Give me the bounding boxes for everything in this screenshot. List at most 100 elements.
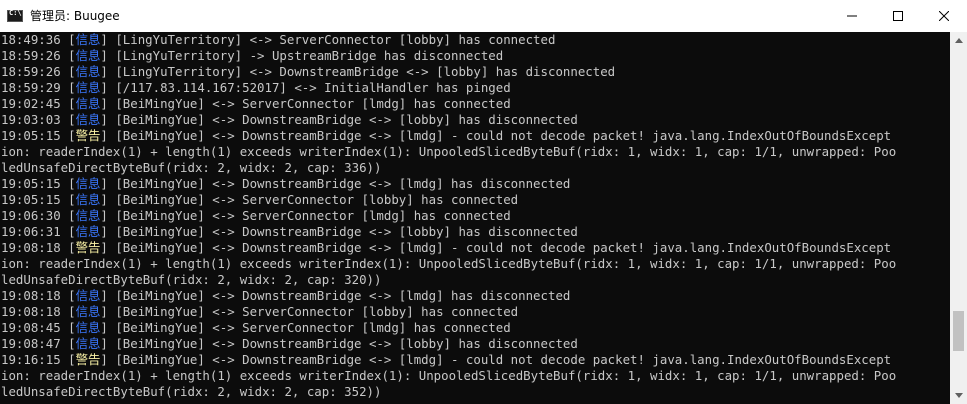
log-line: 19:08:18 [信息] [BeiMingYue] <-> ServerCon…	[0, 304, 950, 320]
log-message: [BeiMingYue] <-> DownstreamBridge <-> [l…	[115, 336, 578, 351]
scroll-down-button[interactable]	[950, 387, 967, 404]
log-timestamp: 19:16:15	[1, 352, 61, 367]
log-timestamp: 19:06:30	[1, 208, 61, 223]
level-bracket-open: [	[60, 64, 76, 79]
level-bracket-open: [	[60, 208, 76, 223]
log-message: [BeiMingYue] <-> ServerConnector [lmdg] …	[115, 96, 511, 111]
level-bracket-open: [	[60, 352, 76, 367]
log-level-info: 信息	[75, 96, 101, 111]
log-line: 19:06:30 [信息] [BeiMingYue] <-> ServerCon…	[0, 208, 950, 224]
level-bracket-close: ]	[100, 288, 116, 303]
log-line: 19:08:18 [信息] [BeiMingYue] <-> Downstrea…	[0, 288, 950, 304]
log-level-info: 信息	[75, 64, 101, 79]
chevron-up-icon	[954, 38, 963, 43]
vertical-scrollbar[interactable]	[950, 32, 967, 404]
log-line: 19:08:45 [信息] [BeiMingYue] <-> ServerCon…	[0, 320, 950, 336]
level-bracket-close: ]	[100, 80, 116, 95]
log-level-info: 信息	[75, 208, 101, 223]
log-timestamp: 19:05:15	[1, 192, 61, 207]
log-line: 18:59:26 [信息] [LingYuTerritory] -> Upstr…	[0, 48, 950, 64]
log-level-info: 信息	[75, 336, 101, 351]
level-bracket-close: ]	[100, 208, 116, 223]
level-bracket-open: [	[60, 112, 76, 127]
log-timestamp: 19:05:15	[1, 128, 61, 143]
log-timestamp: 19:06:31	[1, 224, 61, 239]
log-line: 19:02:45 [信息] [BeiMingYue] <-> ServerCon…	[0, 96, 950, 112]
level-bracket-open: [	[60, 128, 76, 143]
maximize-button[interactable]	[875, 0, 921, 32]
log-timestamp: 19:02:45	[1, 96, 61, 111]
level-bracket-close: ]	[100, 240, 116, 255]
log-line: 18:49:36 [信息] [LingYuTerritory] <-> Serv…	[0, 32, 950, 48]
log-message: [BeiMingYue] <-> DownstreamBridge <-> [l…	[115, 240, 892, 255]
log-level-info: 信息	[75, 320, 101, 335]
log-message: [BeiMingYue] <-> DownstreamBridge <-> [l…	[115, 224, 578, 239]
level-bracket-close: ]	[100, 352, 116, 367]
level-bracket-close: ]	[100, 304, 116, 319]
scroll-thumb[interactable]	[953, 311, 964, 352]
log-line-continuation: ion: readerIndex(1) + length(1) exceeds …	[0, 144, 950, 160]
log-message: [LingYuTerritory] <-> ServerConnector [l…	[115, 32, 556, 47]
console-output[interactable]: 18:49:36 [信息] [LingYuTerritory] <-> Serv…	[0, 32, 950, 404]
log-timestamp: 19:08:47	[1, 336, 61, 351]
level-bracket-open: [	[60, 96, 76, 111]
level-bracket-close: ]	[100, 176, 116, 191]
log-timestamp: 19:08:18	[1, 304, 61, 319]
level-bracket-open: [	[60, 80, 76, 95]
console-icon[interactable]	[7, 9, 23, 22]
log-message: [BeiMingYue] <-> DownstreamBridge <-> [l…	[115, 128, 892, 143]
level-bracket-open: [	[60, 32, 76, 47]
log-line: 19:16:15 [警告] [BeiMingYue] <-> Downstrea…	[0, 352, 950, 368]
log-timestamp: 19:08:18	[1, 240, 61, 255]
close-icon	[939, 11, 949, 21]
log-message: [BeiMingYue] <-> DownstreamBridge <-> [l…	[115, 352, 892, 367]
level-bracket-close: ]	[100, 32, 116, 47]
window-controls	[829, 0, 967, 32]
log-message: ledUnsafeDirectByteBuf(ridx: 2, widx: 2,…	[1, 272, 382, 287]
log-level-info: 信息	[75, 32, 101, 47]
log-level-info: 信息	[75, 288, 101, 303]
log-level-info: 信息	[75, 112, 101, 127]
log-level-info: 信息	[75, 304, 101, 319]
chevron-down-icon	[954, 393, 963, 398]
log-timestamp: 19:05:15	[1, 176, 61, 191]
title-bar[interactable]: 管理员: Buugee	[0, 0, 967, 32]
level-bracket-close: ]	[100, 128, 116, 143]
window-title: 管理员: Buugee	[30, 9, 120, 23]
console-window: 管理员: Buugee 18:49:36 [信息] [LingYuTerrito…	[0, 0, 967, 404]
level-bracket-open: [	[60, 224, 76, 239]
close-button[interactable]	[921, 0, 967, 32]
log-line: 19:06:31 [信息] [BeiMingYue] <-> Downstrea…	[0, 224, 950, 240]
log-timestamp: 19:08:45	[1, 320, 61, 335]
log-message: [LingYuTerritory] <-> DownstreamBridge <…	[115, 64, 616, 79]
log-message: [LingYuTerritory] -> UpstreamBridge has …	[115, 48, 504, 63]
log-line: 19:05:15 [信息] [BeiMingYue] <-> ServerCon…	[0, 192, 950, 208]
log-level-warning: 警告	[75, 128, 101, 143]
log-line-continuation: ledUnsafeDirectByteBuf(ridx: 2, widx: 2,…	[0, 272, 950, 288]
log-line: 19:03:03 [信息] [BeiMingYue] <-> Downstrea…	[0, 112, 950, 128]
level-bracket-open: [	[60, 48, 76, 63]
maximize-icon	[893, 11, 903, 21]
log-level-warning: 警告	[75, 240, 101, 255]
log-line: 19:05:15 [警告] [BeiMingYue] <-> Downstrea…	[0, 128, 950, 144]
scroll-up-button[interactable]	[950, 32, 967, 49]
log-message: [BeiMingYue] <-> DownstreamBridge <-> [l…	[115, 176, 571, 191]
log-timestamp: 18:49:36	[1, 32, 61, 47]
log-message: [BeiMingYue] <-> ServerConnector [lobby]…	[115, 192, 519, 207]
minimize-button[interactable]	[829, 0, 875, 32]
log-level-info: 信息	[75, 224, 101, 239]
log-message: ion: readerIndex(1) + length(1) exceeds …	[1, 256, 897, 271]
log-line: 19:05:15 [信息] [BeiMingYue] <-> Downstrea…	[0, 176, 950, 192]
log-timestamp: 18:59:26	[1, 64, 61, 79]
log-level-info: 信息	[75, 48, 101, 63]
log-level-info: 信息	[75, 192, 101, 207]
log-line-continuation: ledUnsafeDirectByteBuf(ridx: 2, widx: 2,…	[0, 384, 950, 400]
level-bracket-close: ]	[100, 64, 116, 79]
level-bracket-close: ]	[100, 336, 116, 351]
log-message: [BeiMingYue] <-> DownstreamBridge <-> [l…	[115, 112, 578, 127]
level-bracket-open: [	[60, 288, 76, 303]
level-bracket-open: [	[60, 176, 76, 191]
log-message: [/117.83.114.167:52017] <-> InitialHandl…	[115, 80, 511, 95]
level-bracket-close: ]	[100, 224, 116, 239]
log-line: 18:59:26 [信息] [LingYuTerritory] <-> Down…	[0, 64, 950, 80]
